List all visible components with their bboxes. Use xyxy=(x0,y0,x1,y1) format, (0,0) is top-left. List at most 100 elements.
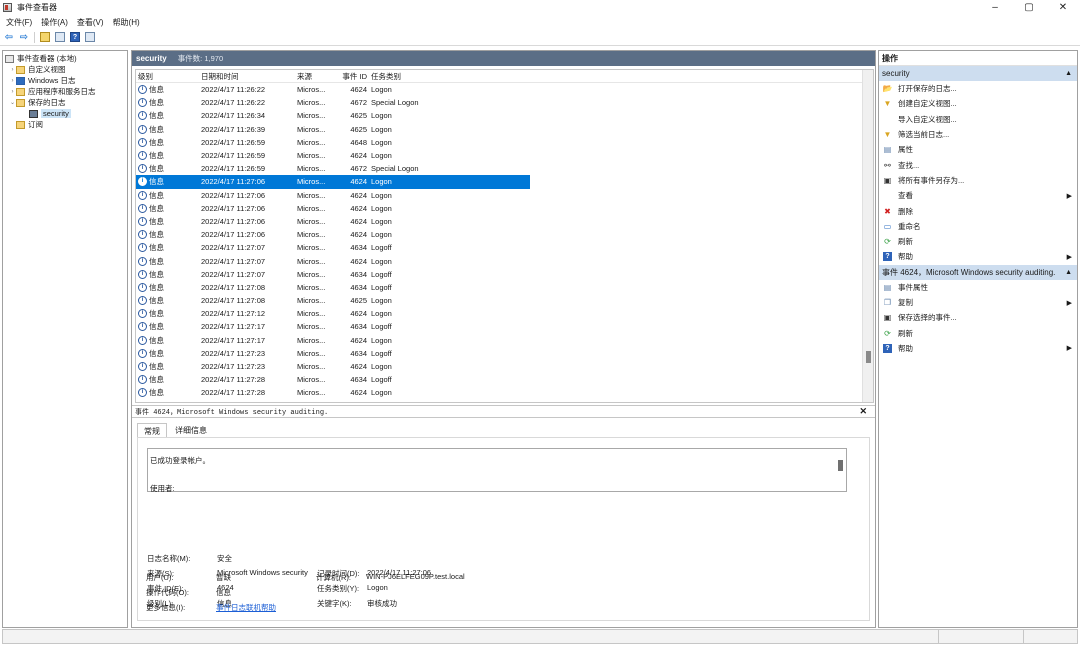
chevron-right-icon[interactable]: › xyxy=(9,89,16,95)
tab-details[interactable]: 详细信息 xyxy=(169,423,213,438)
close-button[interactable]: ✕ xyxy=(1046,0,1080,15)
tree-item-security[interactable]: security xyxy=(3,108,127,119)
action-item[interactable]: ▭ 重命名 xyxy=(879,219,1077,234)
cell-task-category: Logon xyxy=(371,85,451,94)
action-item[interactable]: ❐ 复制 ▶ xyxy=(879,295,1077,310)
cell-task-category: Logoff xyxy=(371,243,451,252)
tab-general[interactable]: 常规 xyxy=(137,423,167,438)
table-row[interactable]: i 信息 2022/4/17 11:27:06 Micros... 4624 Logon xyxy=(136,202,530,215)
action-item[interactable]: ⚯ 查找... xyxy=(879,157,1077,172)
close-icon[interactable]: ✕ xyxy=(859,406,867,417)
chevron-right-icon[interactable]: › xyxy=(9,78,16,84)
scrollbar-thumb[interactable] xyxy=(838,460,843,471)
cell-source-text: Micros... xyxy=(297,256,326,266)
info-icon: i xyxy=(138,243,147,253)
column-level[interactable]: 级别 xyxy=(136,71,199,82)
table-row[interactable]: i 信息 2022/4/17 11:27:06 Micros... 4624 Logon xyxy=(136,228,530,241)
table-row[interactable]: i 信息 2022/4/17 11:27:23 Micros... 4624 Logon xyxy=(136,360,530,373)
chevron-right-icon[interactable]: › xyxy=(9,67,16,73)
more-info-link[interactable]: 事件日志联机帮助 xyxy=(216,602,276,613)
cell-task-category: Logoff xyxy=(371,283,451,292)
cell-level: i 信息 xyxy=(136,216,199,227)
column-task-category[interactable]: 任务类别 xyxy=(371,71,451,82)
table-row[interactable]: i 信息 2022/4/17 11:27:28 Micros... 4634 Logoff xyxy=(136,373,530,386)
actions-section-security[interactable]: security ▲ xyxy=(879,66,1077,81)
table-row[interactable]: i 信息 2022/4/17 11:27:07 Micros... 4634 Logoff xyxy=(136,241,530,254)
table-row[interactable]: i 信息 2022/4/17 11:26:59 Micros... 4624 Logon xyxy=(136,149,530,162)
column-source[interactable]: 来源 xyxy=(295,71,338,82)
menu-view[interactable]: 查看(V) xyxy=(77,17,104,28)
cell-level-text: 信息 xyxy=(149,282,164,292)
cell-level: i 信息 xyxy=(136,190,199,201)
table-row[interactable]: i 信息 2022/4/17 11:26:22 Micros... 4624 Logon xyxy=(136,83,530,96)
menu-file[interactable]: 文件(F) xyxy=(6,17,32,28)
table-row[interactable]: i 信息 2022/4/17 11:27:12 Micros... 4624 Logon xyxy=(136,307,530,320)
show-pane-icon[interactable] xyxy=(84,31,96,43)
open-folder-icon[interactable] xyxy=(39,31,51,43)
table-row[interactable]: i 信息 2022/4/17 11:27:06 Micros... 4624 Logon xyxy=(136,215,530,228)
column-event-id[interactable]: 事件 ID xyxy=(338,71,371,82)
help-icon[interactable]: ? xyxy=(69,31,81,43)
cell-level: i 信息 xyxy=(136,137,199,148)
collapse-icon[interactable]: ▲ xyxy=(1065,269,1072,276)
properties-icon[interactable] xyxy=(54,31,66,43)
tree-item-subscriptions[interactable]: 订阅 xyxy=(3,119,127,130)
action-item[interactable]: ? 帮助 ▶ xyxy=(879,249,1077,264)
cell-datetime: 2022/4/17 11:27:28 xyxy=(199,375,295,384)
menu-help[interactable]: 帮助(H) xyxy=(113,17,140,28)
action-item[interactable]: 查看 ▶ xyxy=(879,188,1077,203)
scrollbar-thumb[interactable] xyxy=(866,351,871,363)
table-row[interactable]: i 信息 2022/4/17 11:27:06 Micros... 4624 Logon xyxy=(136,189,530,202)
action-item[interactable]: ▤ 属性 xyxy=(879,142,1077,157)
maximize-button[interactable]: ▢ xyxy=(1012,0,1046,15)
action-item[interactable]: ▣ 将所有事件另存为... xyxy=(879,173,1077,188)
back-arrow-icon[interactable]: ⇦ xyxy=(3,31,15,43)
tree-item-custom-views[interactable]: › 自定义视图 xyxy=(3,64,127,75)
table-row[interactable]: i 信息 2022/4/17 11:27:08 Micros... 4625 Logon xyxy=(136,294,530,307)
action-item[interactable]: 📂 打开保存的日志... xyxy=(879,81,1077,96)
tree-item-windows-logs[interactable]: › Windows 日志 xyxy=(3,75,127,86)
action-item[interactable]: ▼ 创建自定义视图... xyxy=(879,96,1077,111)
menu-bar: 文件(F) 操作(A) 查看(V) 帮助(H) xyxy=(0,15,1080,29)
table-row[interactable]: i 信息 2022/4/17 11:26:59 Micros... 4648 Logon xyxy=(136,136,530,149)
table-row[interactable]: i 信息 2022/4/17 11:26:34 Micros... 4625 Logon xyxy=(136,109,530,122)
table-row[interactable]: i 信息 2022/4/17 11:26:22 Micros... 4672 Specia… xyxy=(136,96,530,109)
action-item[interactable]: ▣ 保存选择的事件... xyxy=(879,310,1077,325)
table-row[interactable]: i 信息 2022/4/17 11:27:17 Micros... 4624 Logon xyxy=(136,334,530,347)
info-icon: i xyxy=(138,98,147,108)
tree-item-root[interactable]: 事件查看器 (本地) xyxy=(3,53,127,64)
table-row[interactable]: i 信息 2022/4/17 11:27:07 Micros... 4624 Logon xyxy=(136,254,530,267)
minimize-button[interactable]: – xyxy=(978,0,1012,15)
action-item[interactable]: 导入自定义视图... xyxy=(879,112,1077,127)
table-row[interactable]: i 信息 2022/4/17 11:26:59 Micros... 4672 Specia… xyxy=(136,162,530,175)
actions-section-event[interactable]: 事件 4624，Microsoft Windows security audit… xyxy=(879,264,1077,280)
cell-level-text: 信息 xyxy=(149,124,164,134)
event-description[interactable]: 已成功登录帐户。 使用者: xyxy=(147,448,847,493)
action-item[interactable]: ? 帮助 ▶ xyxy=(879,341,1077,356)
action-item[interactable]: ✖ 删除 xyxy=(879,203,1077,218)
action-item[interactable]: ⟳ 刷新 xyxy=(879,325,1077,340)
action-item[interactable]: ⟳ 刷新 xyxy=(879,234,1077,249)
action-item[interactable]: ▤ 事件属性 xyxy=(879,280,1077,295)
action-item[interactable]: ▼ 筛选当前日志... xyxy=(879,127,1077,142)
collapse-icon[interactable]: ▲ xyxy=(1065,70,1072,77)
table-row[interactable]: i 信息 2022/4/17 11:27:08 Micros... 4634 Logoff xyxy=(136,281,530,294)
table-row[interactable]: i 信息 2022/4/17 11:27:07 Micros... 4634 Logoff xyxy=(136,268,530,281)
table-row[interactable]: i 信息 2022/4/17 11:26:39 Micros... 4625 Logon xyxy=(136,123,530,136)
table-row[interactable]: i 信息 2022/4/17 11:27:23 Micros... 4634 Logoff xyxy=(136,347,530,360)
menu-action[interactable]: 操作(A) xyxy=(41,17,68,28)
description-scrollbar[interactable] xyxy=(836,449,846,491)
cell-datetime-text: 2022/4/17 11:27:12 xyxy=(201,309,266,319)
cell-source: Micros... xyxy=(295,336,338,345)
chevron-down-icon[interactable]: ⌄ xyxy=(9,99,16,106)
cell-source-text: Micros... xyxy=(297,98,326,108)
table-row[interactable]: i 信息 2022/4/17 11:27:17 Micros... 4634 Logoff xyxy=(136,320,530,333)
table-row[interactable]: i 信息 2022/4/17 11:27:28 Micros... 4624 Logon xyxy=(136,386,530,399)
column-datetime[interactable]: 日期和时间 xyxy=(199,71,295,82)
forward-arrow-icon[interactable]: ⇨ xyxy=(18,31,30,43)
event-list-scrollbar[interactable] xyxy=(862,70,873,402)
cell-task-category-text: Logoff xyxy=(371,322,392,332)
tree-item-saved-logs[interactable]: ⌄ 保存的日志 xyxy=(3,97,127,108)
table-row[interactable]: i 信息 2022/4/17 11:27:06 Micros... 4624 Logon xyxy=(136,175,530,189)
tree-item-app-service-logs[interactable]: › 应用程序和服务日志 xyxy=(3,86,127,97)
